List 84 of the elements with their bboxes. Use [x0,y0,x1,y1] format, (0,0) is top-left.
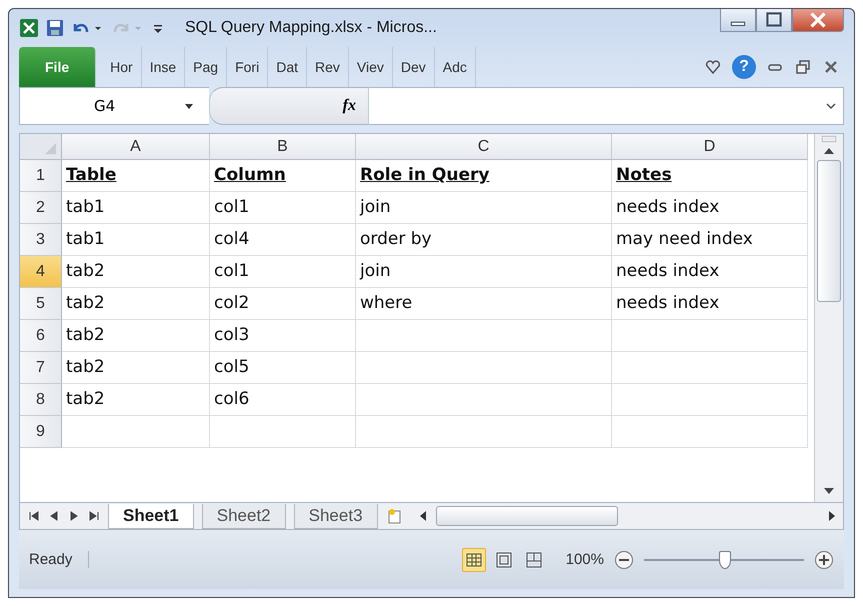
split-handle-icon[interactable] [822,136,836,142]
row-header[interactable]: 9 [20,416,62,448]
heading-cell[interactable]: Table [62,160,210,192]
grid-cell[interactable]: col1 [210,192,356,224]
grid-cell[interactable]: tab2 [62,256,210,288]
heading-cell[interactable]: Notes [612,160,808,192]
column-letter[interactable]: B [210,134,356,160]
heart-icon[interactable] [704,58,722,76]
empty-cell[interactable] [612,320,808,352]
sheet-prev-icon[interactable] [48,510,60,522]
status-text: Ready [29,551,90,568]
empty-cell[interactable] [356,352,612,384]
row-header[interactable]: 8 [20,384,62,416]
grid-cell[interactable]: join [356,192,612,224]
row-header[interactable]: 2 [20,192,62,224]
row-header[interactable]: 1 [20,160,62,192]
scroll-up-icon[interactable] [823,146,835,156]
file-tab[interactable]: File [19,47,96,87]
grid-cell[interactable]: needs index [612,256,808,288]
expand-icon[interactable] [819,87,844,125]
grid-cell[interactable]: where [356,288,612,320]
empty-cell[interactable] [612,352,808,384]
grid-cell[interactable]: col6 [210,384,356,416]
zoom-level[interactable]: 100% [566,551,604,568]
grid-cell[interactable]: tab2 [62,288,210,320]
grid-cell[interactable]: needs index [612,288,808,320]
grid-cell[interactable]: tab1 [62,224,210,256]
restore-icon[interactable] [794,58,812,76]
grid-cell[interactable]: order by [356,224,612,256]
row-header[interactable]: 6 [20,320,62,352]
sheet-last-icon[interactable] [88,510,100,522]
slider-thumb[interactable] [719,550,731,568]
sheet-next-icon[interactable] [68,510,80,522]
maximize-icon[interactable] [756,9,792,32]
empty-cell[interactable] [356,384,612,416]
grid-cell[interactable]: tab2 [62,320,210,352]
normal-view-icon[interactable] [462,548,486,572]
empty-cell[interactable] [612,416,808,448]
row-header[interactable]: 3 [20,224,62,256]
help-button[interactable]: ? [732,55,756,79]
empty-cell[interactable] [356,416,612,448]
row-header[interactable]: 4 [20,256,62,288]
column-letter[interactable]: A [62,134,210,160]
sheet-tab[interactable]: Sheet1 [108,504,194,528]
grid-cell[interactable]: needs index [612,192,808,224]
grid-cell[interactable]: join [356,256,612,288]
excel-logo-icon[interactable] [19,18,39,38]
row-header[interactable]: 5 [20,288,62,320]
name-box[interactable]: G4 [19,87,209,125]
window-title: SQL Query Mapping.xlsx - Micros... [185,19,437,37]
heading-cell[interactable]: Role in Query [356,160,612,192]
save-icon[interactable] [45,18,65,38]
scroll-down-icon[interactable] [823,486,835,496]
grid-cell[interactable]: col4 [210,224,356,256]
sheet-tab[interactable]: Sheet2 [202,504,286,528]
formula-input[interactable] [369,87,819,125]
scroll-right-icon[interactable] [827,510,837,522]
grid-cell[interactable]: tab2 [62,352,210,384]
grid-cell[interactable]: col5 [210,352,356,384]
scroll-left-icon[interactable] [418,510,428,522]
sheet-tab[interactable]: Sheet3 [294,504,378,528]
vertical-scrollbar[interactable] [814,134,843,502]
zoom-out-icon[interactable] [614,550,634,570]
grid-cell[interactable]: tab1 [62,192,210,224]
column-letter[interactable]: C [356,134,612,160]
empty-cell[interactable] [210,416,356,448]
grid-cell[interactable]: col1 [210,256,356,288]
column-letter[interactable]: D [612,134,808,160]
heading-cell[interactable]: Column [210,160,356,192]
close-icon[interactable] [792,9,844,32]
grid-cell[interactable]: col2 [210,288,356,320]
row-header[interactable]: 7 [20,352,62,384]
empty-cell[interactable] [356,320,612,352]
zoom-in-icon[interactable] [814,550,834,570]
insert-function-button[interactable]: fx [209,87,369,125]
grid-cell[interactable]: may need index [612,224,808,256]
grid-cell[interactable]: tab2 [62,384,210,416]
grid-cell[interactable]: col3 [210,320,356,352]
cell-reference: G4 [94,97,116,115]
sheet-first-icon[interactable] [28,510,40,522]
scrollbar-thumb[interactable] [817,160,841,302]
minimize-icon[interactable] [720,9,756,32]
empty-cell[interactable] [612,384,808,416]
scrollbar-thumb[interactable] [436,506,618,526]
